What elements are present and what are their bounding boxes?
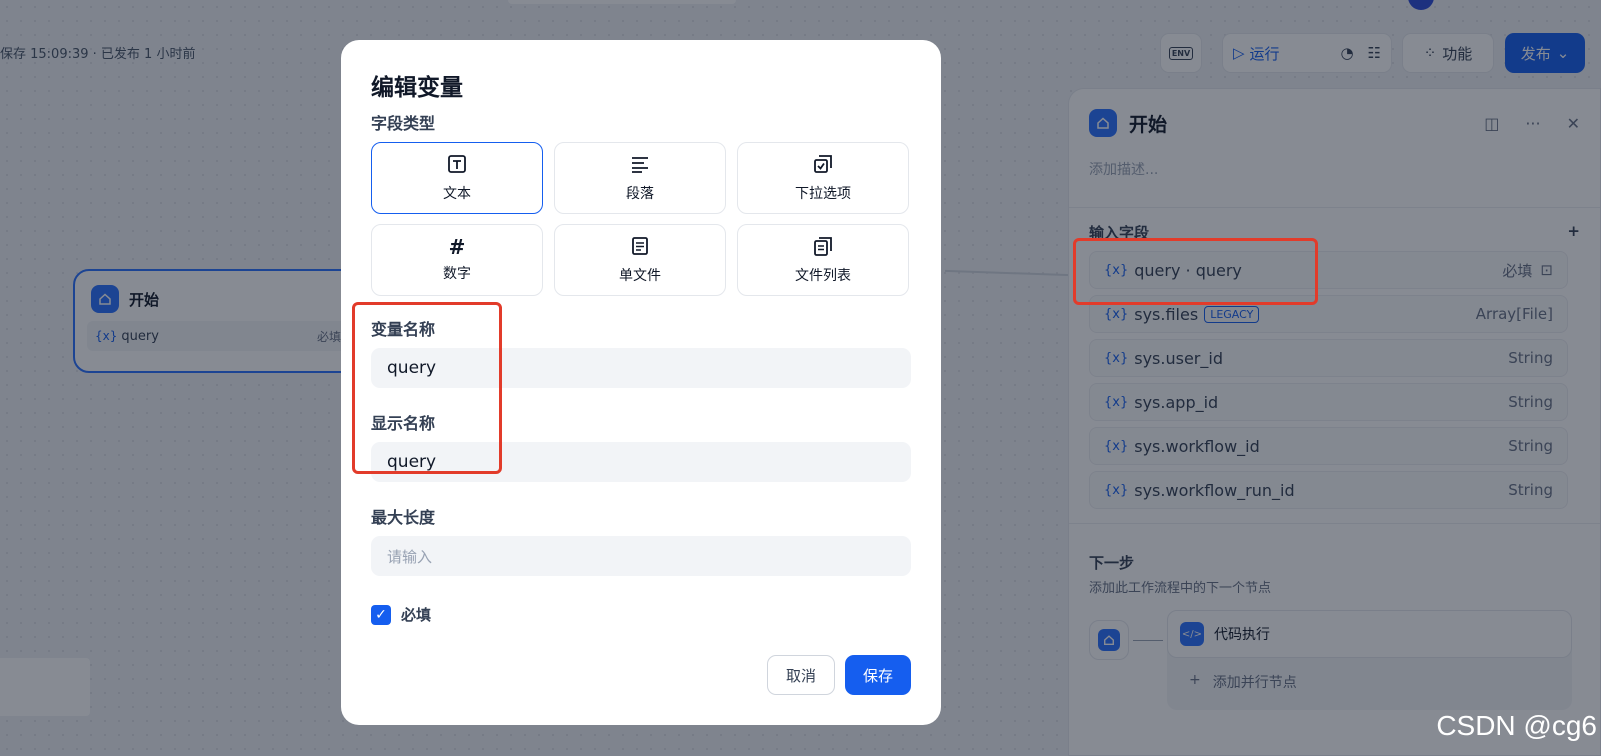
type-label: 下拉选项 — [795, 185, 851, 202]
type-text[interactable]: 文本 — [371, 142, 543, 214]
max-length-label: 最大长度 — [371, 508, 436, 527]
type-label: 文本 — [443, 185, 471, 202]
select-icon — [813, 154, 833, 177]
type-file-list[interactable]: 文件列表 — [737, 224, 909, 296]
checkbox-checked-icon[interactable]: ✓ — [371, 604, 391, 625]
max-length-input[interactable]: 请输入 — [371, 536, 911, 576]
dialog-title: 编辑变量 — [371, 75, 463, 101]
type-label: 数字 — [443, 266, 471, 282]
type-label: 段落 — [626, 185, 654, 202]
text-icon — [447, 154, 467, 177]
highlight-box — [1073, 238, 1318, 305]
required-checkbox-row[interactable]: ✓ 必填 — [371, 604, 911, 625]
required-label: 必填 — [401, 606, 432, 624]
save-button[interactable]: 保存 — [844, 655, 911, 695]
field-type-grid: 文本 段落 下拉选项 # 数字 单文件 文件列表 — [371, 142, 911, 296]
watermark: CSDN @cg6 — [1436, 710, 1597, 741]
paragraph-icon — [630, 154, 650, 177]
highlight-box — [352, 302, 502, 474]
type-number[interactable]: # 数字 — [371, 224, 543, 296]
cancel-button[interactable]: 取消 — [766, 655, 835, 695]
type-paragraph[interactable]: 段落 — [554, 142, 726, 214]
field-type-label: 字段类型 — [371, 114, 436, 133]
type-label: 文件列表 — [795, 267, 851, 284]
type-select[interactable]: 下拉选项 — [737, 142, 909, 214]
type-label: 单文件 — [619, 267, 661, 284]
file-list-icon — [813, 236, 833, 259]
type-file[interactable]: 单文件 — [554, 224, 726, 296]
number-icon: # — [448, 235, 466, 259]
file-icon — [630, 236, 650, 259]
